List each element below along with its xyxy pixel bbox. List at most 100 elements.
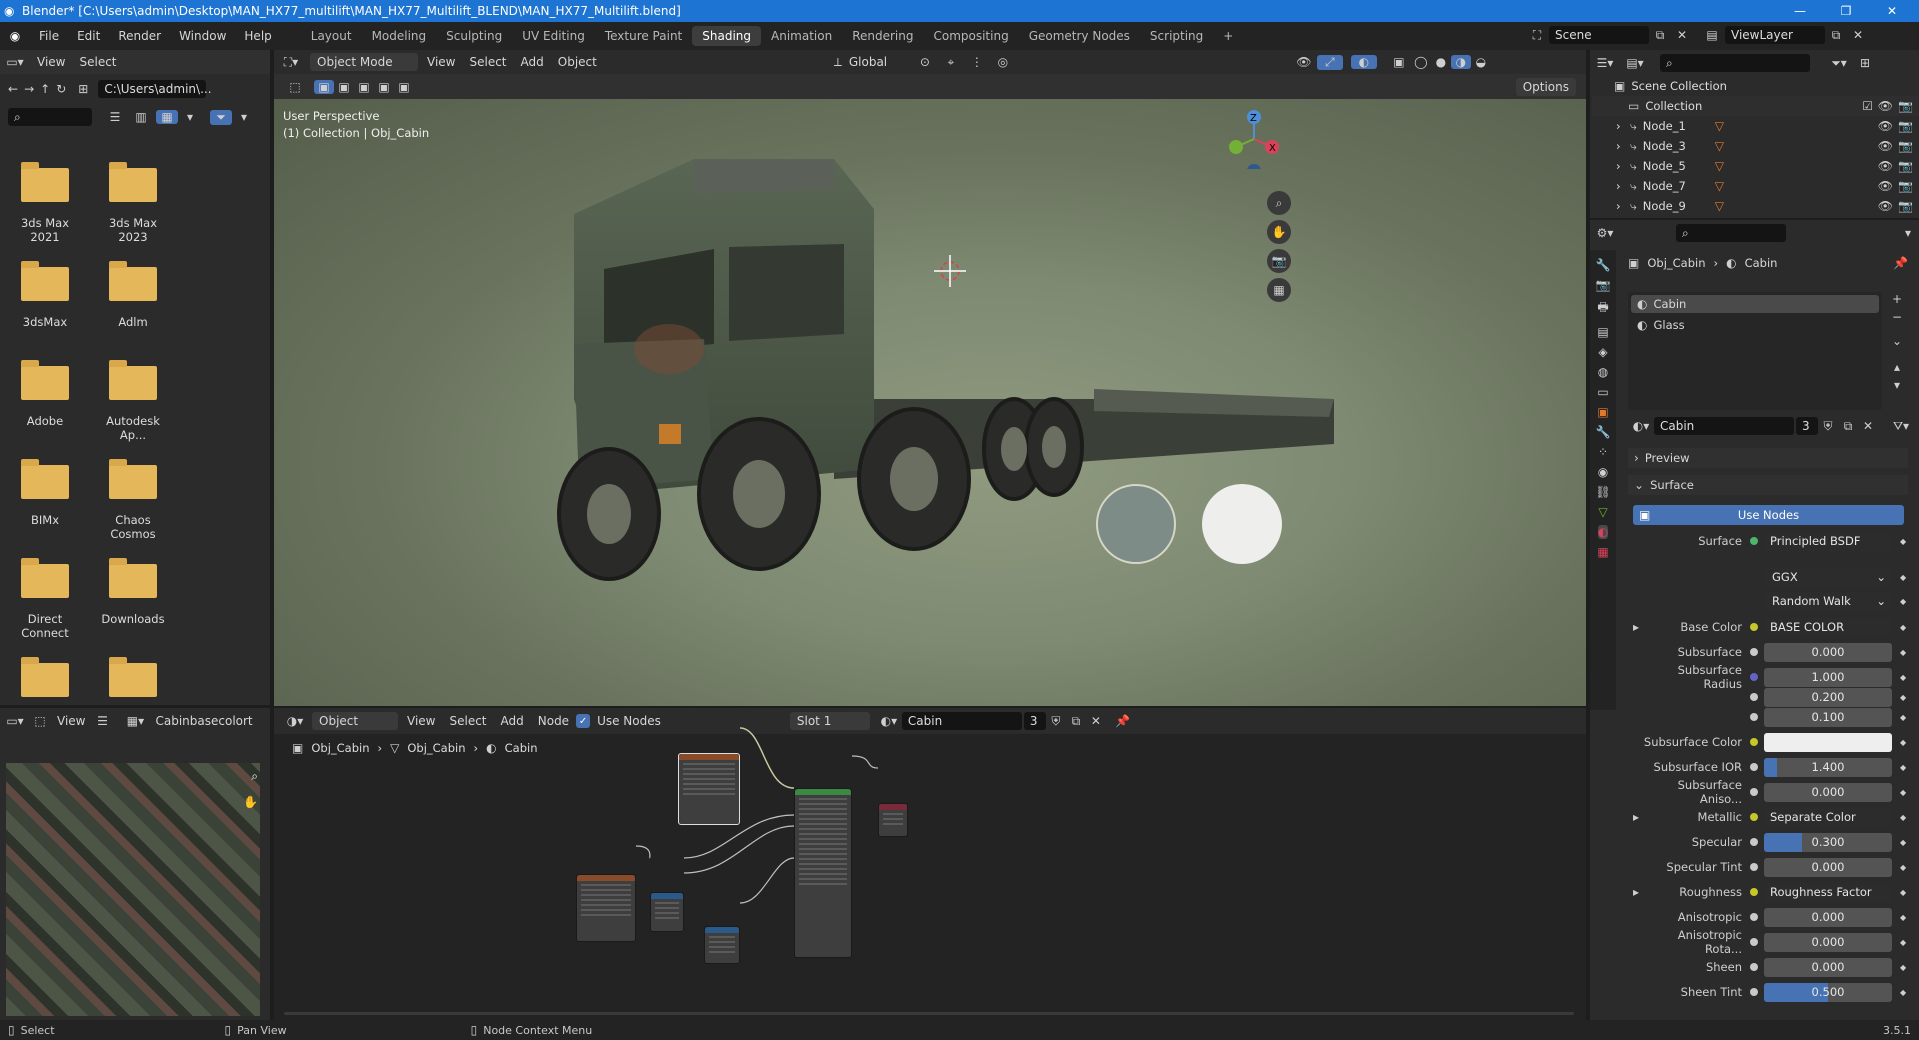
folder-item[interactable]: Chaos Cosmos [98, 459, 168, 541]
socket-icon[interactable] [1750, 648, 1758, 656]
folder-item[interactable]: Adlm [98, 261, 168, 329]
exclude-checkbox-icon[interactable]: ☑ [1862, 99, 1873, 113]
camera-icon[interactable]: 📷 [1898, 159, 1913, 173]
eye-icon[interactable]: 👁 [1878, 139, 1893, 153]
properties-options-icon[interactable]: ▾ [1905, 226, 1911, 240]
snap-icon[interactable]: ⌖ [938, 55, 964, 70]
socket-icon[interactable] [1750, 888, 1758, 896]
menu-help[interactable]: Help [235, 29, 280, 43]
keyframe-icon[interactable]: ◆ [1900, 988, 1906, 997]
list-horizontal-icon[interactable]: ▥ [130, 110, 152, 124]
socket-icon[interactable] [1750, 938, 1758, 946]
scene-icon[interactable]: ⛶ [1525, 28, 1549, 43]
blender-menu-icon[interactable]: ◉ [0, 29, 30, 43]
menu-file[interactable]: File [30, 29, 68, 43]
folder-item[interactable]: BIMx [10, 459, 80, 527]
viewlayer-icon[interactable]: ▤ [1699, 28, 1725, 42]
link-type-icon[interactable]: ⛛▾ [1886, 419, 1916, 434]
image-name-field[interactable]: Cabinbasecolort [148, 712, 259, 730]
socket-icon[interactable] [1750, 788, 1758, 796]
thumbnails-icon[interactable]: ▦ [156, 110, 178, 124]
dropdown[interactable]: GGX ⌄ [1764, 567, 1892, 587]
tab-shading[interactable]: Shading [692, 26, 761, 46]
number-field[interactable]: 0.000 [1764, 932, 1892, 952]
filter-icon[interactable]: ⏷ [210, 109, 232, 125]
folder-item[interactable]: 3ds Max 2021 [10, 162, 80, 244]
dropdown[interactable]: Random Walk ⌄ [1764, 591, 1892, 611]
socket-icon[interactable] [1750, 913, 1758, 921]
link-field[interactable]: BASE COLOR [1764, 617, 1892, 637]
keyframe-icon[interactable]: ◆ [1900, 713, 1906, 722]
display-options-icon[interactable]: ▾ [182, 110, 198, 124]
menu-edit[interactable]: Edit [68, 29, 109, 43]
wireframe-shading-icon[interactable]: ◯ [1411, 55, 1431, 69]
rendered-shading-icon[interactable]: ◒ [1471, 55, 1491, 69]
image-view-menu[interactable]: View [50, 712, 92, 730]
restore-button[interactable]: ❐ [1823, 0, 1869, 22]
fake-user-icon[interactable]: ⛨ [1818, 419, 1838, 434]
move-up-icon[interactable]: ▴ [1892, 360, 1902, 374]
image-mode-icon[interactable]: ⬚ [30, 714, 50, 728]
outliner-node-row[interactable]: › ⤷ Node_1 ▽ 👁 📷 [1592, 116, 1919, 136]
scene-tab-icon[interactable]: ◈ [1598, 345, 1607, 359]
filter-icon[interactable]: ⏷▾ [1824, 56, 1854, 71]
node-editor-scrollbar[interactable] [284, 1012, 1574, 1015]
new-scene-icon[interactable]: ⧉ [1649, 28, 1671, 43]
parent-dir-icon[interactable]: ↑ [40, 82, 50, 96]
tab-rendering[interactable]: Rendering [842, 26, 923, 46]
number-field[interactable]: 1.000 [1764, 667, 1892, 687]
display-mode-icon[interactable]: ▤▾ [1620, 56, 1650, 70]
tab-layout[interactable]: Layout [301, 26, 362, 46]
principled-bsdf-node[interactable] [794, 788, 852, 958]
tab-modeling[interactable]: Modeling [362, 26, 437, 46]
expand-arrow-icon[interactable]: ▸ [1630, 810, 1642, 824]
viewlayer-selector[interactable]: ViewLayer [1725, 26, 1825, 44]
folder-item[interactable]: 3ds Max 2023 [98, 162, 168, 244]
duplicate-material-icon[interactable]: ⧉ [1838, 419, 1858, 434]
socket-icon[interactable] [1750, 963, 1758, 971]
scene-selector[interactable]: Scene [1549, 26, 1649, 44]
link-field[interactable]: Principled BSDF [1764, 531, 1892, 551]
number-field[interactable]: 0.000 [1764, 857, 1892, 877]
tab-uv-editing[interactable]: UV Editing [512, 26, 595, 46]
tool-tab-icon[interactable]: 🔧 [1596, 258, 1611, 272]
roughness-factor-node[interactable] [704, 926, 740, 964]
add-workspace-button[interactable]: + [1213, 26, 1243, 46]
remove-slot-icon[interactable]: − [1892, 310, 1902, 324]
outliner-node-row[interactable]: › ⤷ Node_3 ▽ 👁 📷 [1592, 136, 1919, 156]
socket-icon[interactable] [1750, 673, 1758, 681]
image-texture-node[interactable] [678, 753, 740, 825]
slot-menu-icon[interactable]: ⌄ [1892, 334, 1902, 348]
snap-target-icon[interactable]: ⋮ [964, 55, 990, 69]
particles-tab-icon[interactable]: ⁘ [1598, 445, 1608, 459]
camera-icon[interactable]: 📷 [1898, 199, 1913, 213]
eye-icon[interactable]: 👁 [1878, 159, 1893, 173]
link-field[interactable]: Roughness Factor [1764, 882, 1892, 902]
pan-icon[interactable]: ✋ [243, 795, 258, 809]
keyframe-icon[interactable]: ◆ [1900, 693, 1906, 702]
physics-tab-icon[interactable]: ◉ [1598, 465, 1608, 479]
viewport-select-menu[interactable]: Select [462, 53, 513, 71]
keyframe-icon[interactable]: ◆ [1900, 673, 1906, 682]
outliner-node-row[interactable]: › ⤷ Node_9 ▽ 👁 📷 [1592, 196, 1919, 216]
material-tab-icon[interactable]: ◐ [1597, 525, 1609, 539]
tab-compositing[interactable]: Compositing [923, 26, 1018, 46]
tab-animation[interactable]: Animation [761, 26, 842, 46]
orientation-selector[interactable]: Global [842, 53, 912, 71]
material-shading-icon[interactable]: ◑ [1450, 55, 1471, 69]
number-field[interactable]: 0.500 [1764, 982, 1892, 1002]
folder-item[interactable]: Autodesk Ap... [98, 360, 168, 442]
keyframe-icon[interactable]: ◆ [1900, 573, 1906, 582]
texture-tab-icon[interactable]: ▦ [1597, 545, 1608, 559]
socket-icon[interactable] [1750, 838, 1758, 846]
tab-texture-paint[interactable]: Texture Paint [595, 26, 692, 46]
pivot-icon[interactable]: ⊙ [912, 55, 938, 69]
color-field[interactable] [1764, 732, 1892, 752]
mode-selector[interactable]: Object Mode [310, 53, 418, 71]
camera-view-icon[interactable]: 📷 [1267, 249, 1291, 273]
use-nodes-button[interactable]: ▣ Use Nodes [1633, 505, 1904, 525]
keyframe-icon[interactable]: ◆ [1900, 537, 1906, 546]
number-field[interactable]: 0.000 [1764, 907, 1892, 927]
number-field[interactable]: 0.000 [1764, 957, 1892, 977]
outliner-search-input[interactable]: ⌕ [1660, 54, 1810, 72]
